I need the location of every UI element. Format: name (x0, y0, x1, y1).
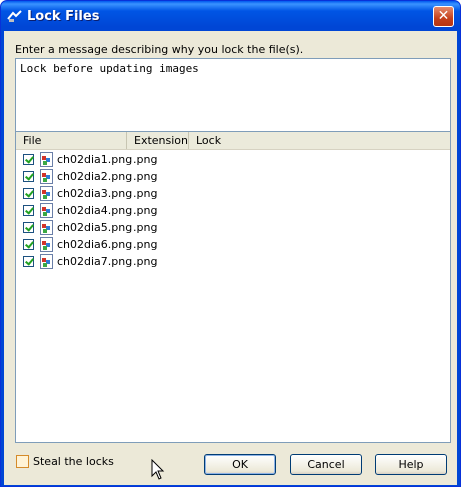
file-checkbox[interactable] (23, 154, 34, 165)
file-extension: .png (133, 187, 158, 200)
steal-locks-label[interactable]: Steal the locks (33, 455, 114, 468)
file-row[interactable]: ch02dia3.png .png (16, 185, 450, 202)
file-name: ch02dia2.png (57, 170, 133, 183)
file-checkbox[interactable] (23, 205, 34, 216)
steal-locks-checkbox[interactable] (16, 455, 29, 468)
file-row[interactable]: ch02dia2.png .png (16, 168, 450, 185)
file-rows: ch02dia1.png .png ch02dia2.png .png ch02… (16, 151, 450, 270)
close-button[interactable]: ✕ (433, 6, 454, 27)
ok-button[interactable]: OK (204, 454, 276, 475)
image-file-icon (40, 254, 53, 269)
file-extension: .png (133, 170, 158, 183)
file-name: ch02dia3.png (57, 187, 133, 200)
help-button[interactable]: Help (375, 454, 447, 475)
column-header-file[interactable]: File (16, 132, 126, 149)
image-file-icon (40, 169, 53, 184)
file-row[interactable]: ch02dia7.png .png (16, 253, 450, 270)
list-header: File Extension Lock (16, 132, 450, 150)
file-name: ch02dia6.png (57, 238, 133, 251)
file-checkbox[interactable] (23, 256, 34, 267)
file-checkbox[interactable] (23, 188, 34, 199)
image-file-icon (40, 152, 53, 167)
file-checkbox[interactable] (23, 239, 34, 250)
image-file-icon (40, 203, 53, 218)
file-extension: .png (133, 238, 158, 251)
file-name: ch02dia1.png (57, 153, 133, 166)
file-name: ch02dia5.png (57, 221, 133, 234)
column-header-lock[interactable]: Lock (188, 132, 248, 149)
file-extension: .png (133, 153, 158, 166)
window-title: Lock Files (27, 9, 100, 24)
column-header-extension[interactable]: Extension (126, 132, 188, 149)
message-label: Enter a message describing why you lock … (15, 43, 304, 56)
file-row[interactable]: ch02dia6.png .png (16, 236, 450, 253)
cancel-button[interactable]: Cancel (290, 454, 362, 475)
dialog-body: Enter a message describing why you lock … (4, 31, 457, 485)
file-checkbox[interactable] (23, 171, 34, 182)
file-name: ch02dia4.png (57, 204, 133, 217)
file-row[interactable]: ch02dia5.png .png (16, 219, 450, 236)
title-bar[interactable]: Lock Files ✕ (1, 1, 460, 31)
lock-files-dialog: Lock Files ✕ Enter a message describing … (0, 0, 461, 487)
image-file-icon (40, 237, 53, 252)
file-extension: .png (133, 204, 158, 217)
image-file-icon (40, 186, 53, 201)
image-file-icon (40, 220, 53, 235)
file-list[interactable]: File Extension Lock ch02dia1.png .png ch… (15, 131, 451, 443)
file-checkbox[interactable] (23, 222, 34, 233)
file-extension: .png (133, 255, 158, 268)
file-row[interactable]: ch02dia1.png .png (16, 151, 450, 168)
mouse-pointer-icon (151, 459, 165, 480)
app-icon (7, 10, 22, 22)
file-extension: .png (133, 221, 158, 234)
file-name: ch02dia7.png (57, 255, 133, 268)
file-row[interactable]: ch02dia4.png .png (16, 202, 450, 219)
